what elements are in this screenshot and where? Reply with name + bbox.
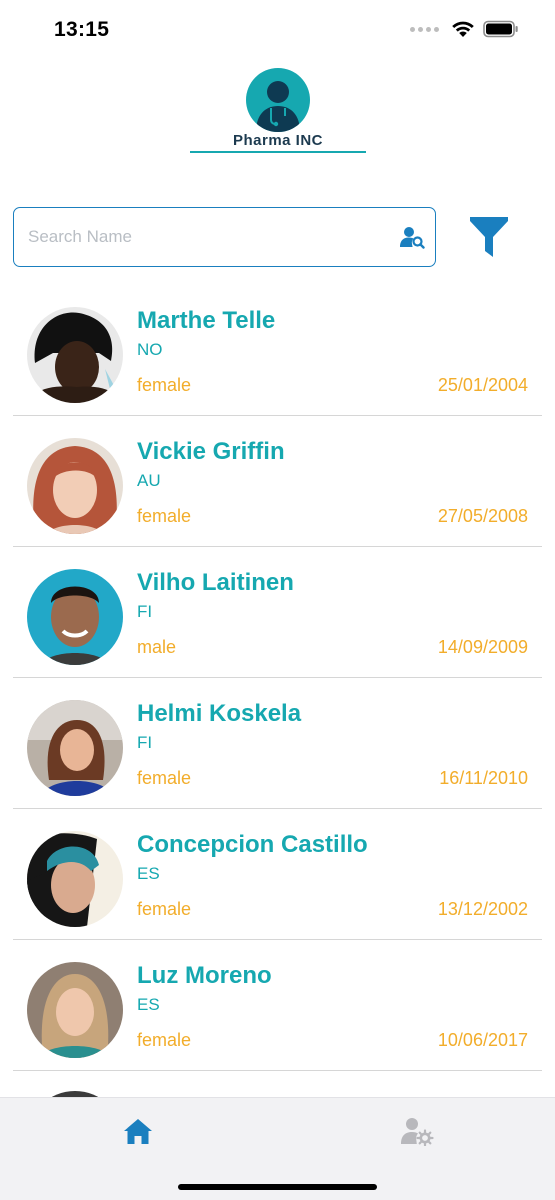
patient-name: Vickie Griffin bbox=[137, 438, 285, 465]
patient-name: Vilho Laitinen bbox=[137, 569, 294, 596]
patient-dob: 27/05/2008 bbox=[437, 506, 528, 526]
logo-underline bbox=[190, 151, 366, 153]
list-item[interactable]: Vilho Laitinen FI male 14/09/2009 bbox=[0, 547, 555, 678]
home-indicator[interactable] bbox=[178, 1184, 377, 1190]
list-item[interactable]: Marthe Telle NO female 25/01/2004 bbox=[0, 285, 555, 416]
home-icon[interactable] bbox=[122, 1116, 154, 1146]
patient-gender: female bbox=[137, 506, 192, 526]
tab-bar bbox=[0, 1097, 555, 1200]
patient-gender: female bbox=[137, 1030, 192, 1050]
patient-dob: 13/12/2002 bbox=[437, 899, 528, 919]
avatar bbox=[27, 700, 123, 796]
wifi-icon bbox=[452, 21, 474, 37]
list-item[interactable]: Luz Moreno ES female 10/06/2017 bbox=[0, 940, 555, 1071]
list-item[interactable]: Helmi Koskela FI female 16/11/2010 bbox=[0, 678, 555, 809]
filter-icon[interactable] bbox=[468, 213, 510, 261]
logo-text: Pharma INC bbox=[232, 132, 324, 149]
patient-name: Marthe Telle bbox=[137, 307, 276, 334]
search-input[interactable] bbox=[28, 208, 388, 265]
avatar bbox=[27, 962, 123, 1058]
patient-dob: 16/11/2010 bbox=[439, 768, 528, 788]
app-logo: Pharma INC bbox=[190, 66, 366, 156]
patient-dob: 10/06/2017 bbox=[437, 1030, 528, 1050]
patient-list: Marthe Telle NO female 25/01/2004 Vickie… bbox=[0, 285, 555, 1187]
list-item[interactable]: Concepcion Castillo ES female 13/12/2002 bbox=[0, 809, 555, 940]
status-icons bbox=[410, 20, 519, 38]
signal-dots-icon bbox=[410, 26, 439, 32]
battery-icon bbox=[483, 20, 518, 38]
patient-gender: male bbox=[137, 637, 177, 657]
avatar bbox=[27, 307, 123, 403]
patient-nationality: ES bbox=[137, 864, 160, 883]
status-time: 13:15 bbox=[54, 18, 110, 41]
search-box bbox=[13, 207, 436, 267]
patient-nationality: NO bbox=[137, 340, 163, 359]
doctor-avatar-icon bbox=[246, 68, 310, 132]
user-settings-icon[interactable] bbox=[400, 1116, 434, 1146]
status-bar: 13:15 bbox=[0, 0, 555, 60]
patient-gender: female bbox=[137, 375, 192, 395]
patient-nationality: ES bbox=[137, 995, 160, 1014]
patient-nationality: AU bbox=[137, 471, 161, 490]
patient-gender: female bbox=[137, 899, 192, 919]
patient-dob: 25/01/2004 bbox=[437, 375, 528, 395]
patient-name: Luz Moreno bbox=[137, 962, 272, 989]
avatar bbox=[27, 569, 123, 665]
list-item[interactable]: Vickie Griffin AU female 27/05/2008 bbox=[0, 416, 555, 547]
patient-dob: 14/09/2009 bbox=[437, 637, 528, 657]
avatar bbox=[27, 438, 123, 534]
patient-gender: female bbox=[137, 768, 192, 788]
user-search-icon[interactable] bbox=[399, 225, 425, 249]
avatar bbox=[27, 831, 123, 927]
patient-nationality: FI bbox=[137, 733, 153, 752]
patient-nationality: FI bbox=[137, 602, 153, 621]
patient-name: Helmi Koskela bbox=[137, 700, 302, 727]
patient-name: Concepcion Castillo bbox=[137, 831, 368, 858]
